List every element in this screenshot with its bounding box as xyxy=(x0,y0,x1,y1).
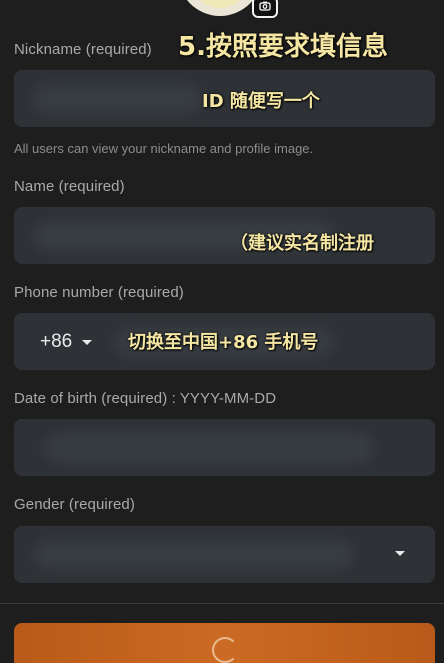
country-code-selector[interactable]: +86 xyxy=(40,326,93,358)
phone-field[interactable]: +86 切换至中国+86 手机号 xyxy=(14,313,435,370)
spinner-icon xyxy=(212,637,238,663)
nickname-hint: All users can view your nickname and pro… xyxy=(14,141,314,156)
profile-avatar[interactable] xyxy=(178,0,262,16)
nickname-field[interactable]: ID 随便写一个 xyxy=(14,70,435,127)
nickname-label: Nickname (required) xyxy=(14,41,152,58)
caret-down-icon xyxy=(82,339,93,345)
submit-button[interactable] xyxy=(14,623,435,663)
dob-label: Date of birth (required) : YYYY-MM-DD xyxy=(14,390,277,407)
name-annotation: （建议实名制注册 xyxy=(230,233,374,254)
step-title-annotation: 5.按照要求填信息 xyxy=(178,32,388,62)
nickname-annotation: ID 随便写一个 xyxy=(202,91,320,112)
country-code: +86 xyxy=(40,331,73,352)
phone-annotation: 切换至中国+86 手机号 xyxy=(128,332,319,353)
gender-label: Gender (required) xyxy=(14,496,135,513)
divider xyxy=(0,603,444,604)
caret-down-icon xyxy=(395,551,405,556)
name-field[interactable]: （建议实名制注册 xyxy=(14,207,435,264)
gender-select[interactable] xyxy=(14,526,435,583)
phone-label: Phone number (required) xyxy=(14,284,184,301)
dob-field[interactable] xyxy=(14,419,435,476)
name-label: Name (required) xyxy=(14,178,125,195)
camera-icon[interactable] xyxy=(252,0,278,18)
